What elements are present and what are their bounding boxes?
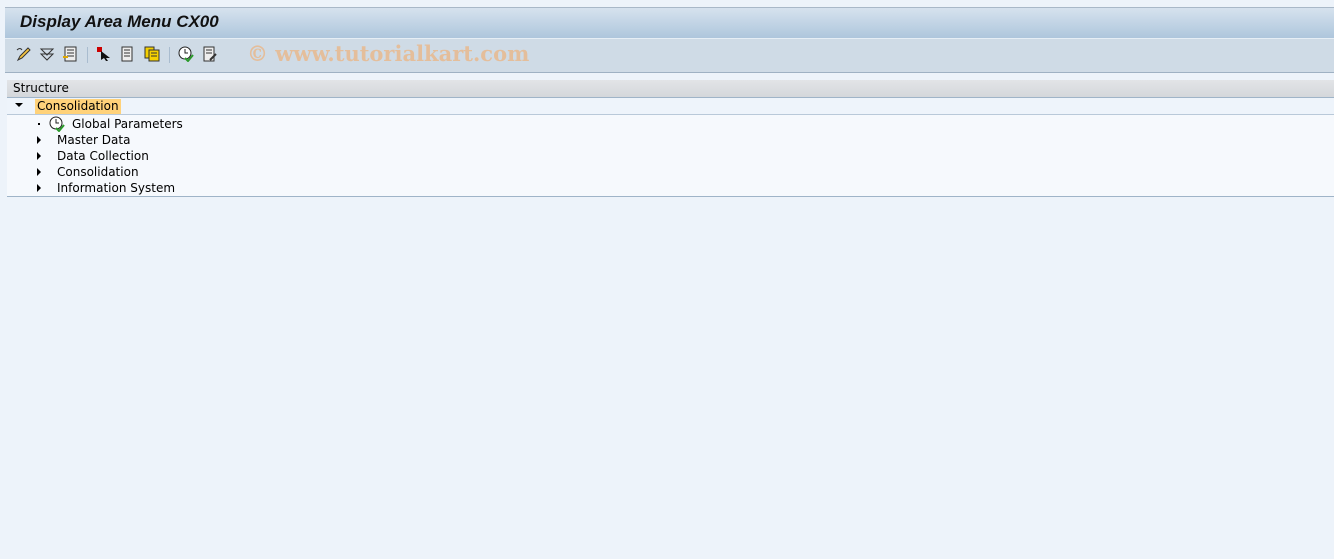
tree-node-master-data[interactable]: Master Data [7,132,1334,148]
expand-arrow-icon[interactable] [37,168,41,176]
document-icon[interactable] [119,45,137,63]
collapse-icon[interactable] [38,45,56,63]
expand-arrow-icon[interactable] [37,184,41,192]
tree-node-global-parameters[interactable]: Global Parameters [7,116,1334,133]
toolbar: © www.tutorialkart.com [5,38,1334,73]
expand-arrow-icon[interactable] [15,103,23,107]
execute-clock-icon[interactable] [177,45,195,63]
tree-node-label[interactable]: Consolidation [35,99,121,114]
tree-node-label[interactable]: Information System [57,180,175,196]
add-menu-icon[interactable] [61,45,79,63]
select-cursor-icon[interactable] [95,45,113,63]
tree-node-label[interactable]: Data Collection [57,148,149,164]
expand-arrow-icon[interactable] [37,136,41,144]
expand-arrow-icon[interactable] [37,152,41,160]
tree-node-label[interactable]: Consolidation [57,164,139,180]
tree-node-data-collection[interactable]: Data Collection [7,148,1334,164]
window-title: Display Area Menu CX00 [20,12,219,31]
copy-documents-icon[interactable] [143,45,161,63]
leaf-bullet-icon [38,123,40,125]
tree-node-consolidation[interactable]: Consolidation [7,164,1334,180]
tree-node-information-system[interactable]: Information System [7,180,1334,196]
title-bar: Display Area Menu CX00 [5,7,1334,38]
edit-pencil-icon[interactable] [15,45,33,63]
tree-header: Structure [7,80,1334,98]
watermark: © www.tutorialkart.com [247,41,530,66]
document-edit-icon[interactable] [201,45,219,63]
tree-node-label[interactable]: Global Parameters [72,116,183,132]
tree-node-label[interactable]: Master Data [57,132,130,148]
structure-tree: Structure Consolidation Global Parameter… [7,80,1334,197]
tree-node-root[interactable]: Consolidation [7,98,1334,115]
